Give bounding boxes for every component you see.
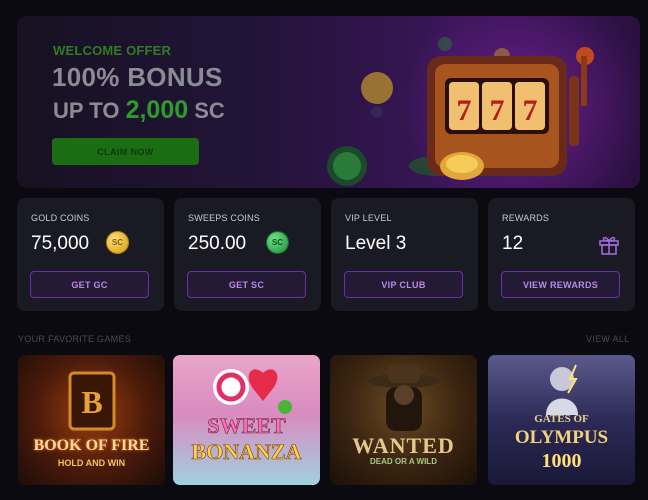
reel-seven-3: 7 xyxy=(523,94,538,127)
candy-art-icon xyxy=(213,369,292,414)
gold-coins-value: 75,000 xyxy=(31,233,90,254)
game-extra: 1000 xyxy=(541,450,582,472)
game-title: BOOK OF FIRE xyxy=(33,437,150,454)
sweeps-coins-card: SWEEPS COINS 250.00 SC GET SC xyxy=(174,198,321,311)
vip-level-card: VIP LEVEL Level 3 VIP CLUB xyxy=(331,198,478,311)
rewards-label: REWARDS xyxy=(502,213,550,223)
welcome-offer-banner[interactable]: WELCOME OFFER 100% BONUS UP TO 2,000 SC … xyxy=(17,16,640,188)
game-subtitle: OLYMPUS xyxy=(514,427,609,448)
vip-level-value: Level 3 xyxy=(345,233,407,254)
game-tile-gates-of-olympus[interactable]: GATES OF OLYMPUS 1000 xyxy=(488,355,635,485)
offer-amount: 2,000 xyxy=(125,96,189,124)
game-subtitle: HOLD AND WIN xyxy=(57,458,126,468)
offer-sub-suffix: SC xyxy=(194,98,225,123)
book-emblem-icon: B xyxy=(68,371,116,431)
get-gc-button[interactable]: GET GC xyxy=(30,271,149,298)
game-subtitle: DEAD OR A WILD xyxy=(370,457,437,466)
game-title: WANTED xyxy=(352,433,455,458)
zeus-art-icon xyxy=(546,364,578,415)
favorite-games-title: YOUR FAVORITE GAMES xyxy=(18,334,132,344)
cowboy-art-icon xyxy=(368,365,440,431)
reel-seven-2: 7 xyxy=(490,94,505,127)
sweeps-coins-value: 250.00 xyxy=(188,233,247,254)
sweeps-coin-icon: SC xyxy=(266,231,289,254)
gold-coins-card: GOLD COINS 75,000 SC GET GC xyxy=(17,198,164,311)
game-tile-wanted[interactable]: WANTED DEAD OR A WILD xyxy=(330,355,477,485)
view-rewards-button[interactable]: VIEW REWARDS xyxy=(501,271,620,298)
slot-machine-illustration: 7 7 7 xyxy=(327,37,594,186)
offer-title: 100% BONUS xyxy=(52,62,223,92)
offer-sub-prefix: UP TO xyxy=(53,98,120,123)
sweeps-coins-label: SWEEPS COINS xyxy=(188,213,260,223)
gift-icon xyxy=(599,236,619,255)
game-subtitle: BONANZA xyxy=(191,439,302,465)
gold-coins-label: GOLD COINS xyxy=(31,213,90,223)
gold-coin-icon: SC xyxy=(106,231,129,254)
game-tile-sweet-bonanza[interactable]: SWEET BONANZA xyxy=(173,355,320,485)
view-all-link[interactable]: VIEW ALL xyxy=(586,334,629,344)
claim-now-button[interactable]: CLAIM NOW xyxy=(52,138,199,165)
game-title: SWEET xyxy=(207,413,286,439)
vip-level-label: VIP LEVEL xyxy=(345,213,392,223)
offer-subtitle: UP TO 2,000 SC xyxy=(53,96,225,125)
get-sc-button[interactable]: GET SC xyxy=(187,271,306,298)
rewards-value: 12 xyxy=(502,233,524,254)
vip-club-button[interactable]: VIP CLUB xyxy=(344,271,463,298)
reel-seven-1: 7 xyxy=(457,94,472,127)
offer-kicker: WELCOME OFFER xyxy=(53,43,172,58)
svg-text:B: B xyxy=(81,384,102,420)
rewards-card: REWARDS 12 VIEW REWARDS xyxy=(488,198,635,311)
game-title: GATES OF xyxy=(534,413,589,425)
game-tile-book-of-fire[interactable]: B BOOK OF FIRE HOLD AND WIN xyxy=(18,355,165,485)
